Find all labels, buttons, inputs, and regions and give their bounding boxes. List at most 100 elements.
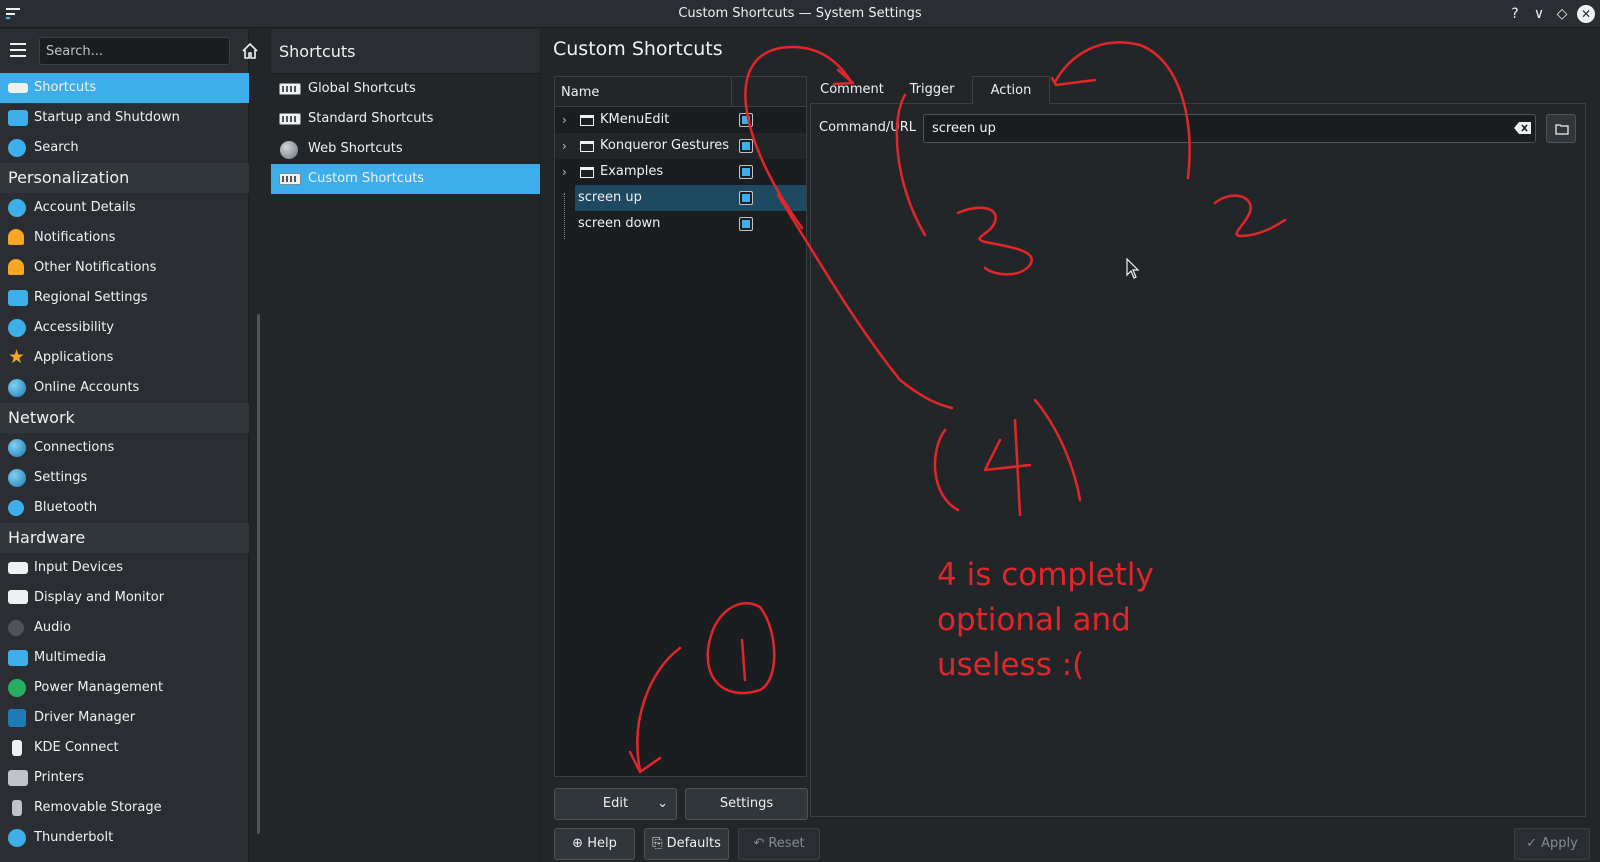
tree-column-name[interactable]: Name: [561, 85, 599, 100]
annotation-note: 4 is completly optional and useless :(: [937, 557, 1154, 683]
enabled-checkbox[interactable]: [739, 139, 753, 153]
expand-arrow-icon[interactable]: ›: [562, 107, 567, 133]
monitor-icon: [8, 590, 28, 604]
multimedia-icon: [8, 650, 28, 666]
enabled-checkbox[interactable]: [739, 113, 753, 127]
sidebar-item-connections[interactable]: Connections: [0, 433, 249, 463]
shortcut-item-label: Web Shortcuts: [308, 141, 403, 156]
tab-trigger[interactable]: Trigger: [896, 76, 968, 104]
help-icon: ⊕: [572, 836, 588, 851]
regional-icon: [8, 290, 28, 306]
sidebar-item-label: Bluetooth: [34, 500, 98, 515]
edit-dropdown-button[interactable]: Edit ⌄: [554, 788, 677, 820]
sidebar-item-input-devices[interactable]: Input Devices: [0, 553, 249, 583]
tree-row-screen-up[interactable]: screen up: [575, 185, 806, 211]
sidebar-item-power[interactable]: Power Management: [0, 673, 249, 703]
sidebar-item-bluetooth[interactable]: Bluetooth: [0, 493, 249, 523]
maximize-icon[interactable]: ◇: [1553, 5, 1571, 23]
sidebar-item-accessibility[interactable]: Accessibility: [0, 313, 249, 343]
defaults-button[interactable]: ⎘ Defaults: [644, 828, 729, 860]
sidebar-item-audio[interactable]: Audio: [0, 613, 249, 643]
tree-row-konqueror-gestures[interactable]: › Konqueror Gestures: [555, 133, 806, 159]
sidebar-item-thunderbolt[interactable]: Thunderbolt: [0, 823, 249, 853]
keyboard-icon: [8, 562, 28, 574]
shortcut-item-web[interactable]: Web Shortcuts: [271, 134, 540, 164]
sidebar-item-regional-settings[interactable]: Regional Settings: [0, 283, 249, 313]
tree-row-kmenuedit[interactable]: › KMenuEdit: [555, 107, 806, 133]
expand-arrow-icon[interactable]: ›: [562, 159, 567, 185]
apply-button-label: Apply: [1541, 836, 1578, 851]
sidebar-item-online-accounts[interactable]: Online Accounts: [0, 373, 249, 403]
settings-button[interactable]: Settings: [685, 788, 808, 820]
apply-button[interactable]: ✓ Apply: [1514, 828, 1590, 860]
enabled-checkbox[interactable]: [739, 217, 753, 231]
defaults-icon: ⎘: [652, 836, 667, 851]
usb-icon: [12, 800, 22, 816]
tab-action[interactable]: Action: [972, 76, 1050, 104]
sidebar-item-startup[interactable]: Startup and Shutdown: [0, 103, 249, 133]
title-bar: Custom Shortcuts — System Settings ? ∨ ◇…: [0, 0, 1600, 28]
undo-icon: ↶: [753, 836, 769, 851]
window-title: Custom Shortcuts — System Settings: [678, 6, 922, 21]
enabled-checkbox[interactable]: [739, 165, 753, 179]
shortcut-item-custom[interactable]: Custom Shortcuts: [271, 164, 540, 194]
enabled-checkbox[interactable]: [739, 191, 753, 205]
sidebar-item-search[interactable]: Search: [0, 133, 249, 163]
sidebar-item-notifications[interactable]: Notifications: [0, 223, 249, 253]
sidebar-item-network-settings[interactable]: Settings: [0, 463, 249, 493]
sidebar-item-display[interactable]: Display and Monitor: [0, 583, 249, 613]
globe-icon: [8, 469, 26, 487]
sidebar-item-label: Printers: [34, 770, 85, 785]
sidebar-item-driver-manager[interactable]: Driver Manager: [0, 703, 249, 733]
sidebar-item-label: Accessibility: [34, 320, 114, 335]
shortcut-item-standard[interactable]: Standard Shortcuts: [271, 104, 540, 134]
clear-text-icon[interactable]: [1514, 121, 1532, 135]
folder-open-icon: [1555, 124, 1569, 135]
tree-row-label: screen up: [578, 190, 642, 205]
folder-icon: [580, 167, 594, 178]
shortcuts-column-header: Shortcuts: [271, 29, 540, 74]
sidebar-item-applications[interactable]: ★ Applications: [0, 343, 249, 373]
sidebar-item-multimedia[interactable]: Multimedia: [0, 643, 249, 673]
home-icon[interactable]: [241, 42, 259, 60]
sidebar-item-label: Regional Settings: [34, 290, 148, 305]
tree-row-screen-down[interactable]: screen down: [555, 211, 806, 237]
sidebar-item-account-details[interactable]: Account Details: [0, 193, 249, 223]
folder-icon: [580, 115, 594, 126]
command-url-input[interactable]: [923, 114, 1536, 143]
tab-comment[interactable]: Comment: [812, 76, 892, 104]
browse-folder-button[interactable]: [1546, 114, 1576, 143]
reset-button[interactable]: ↶ Reset: [738, 828, 820, 860]
shortcut-item-label: Custom Shortcuts: [308, 171, 425, 186]
tree-branch-line: [564, 193, 565, 239]
sidebar-item-other-notifications[interactable]: Other Notifications: [0, 253, 249, 283]
keyboard-icon: [279, 113, 301, 125]
star-icon: ★: [8, 346, 26, 368]
hamburger-menu-icon[interactable]: [10, 43, 26, 57]
category-hardware: Hardware: [0, 523, 249, 553]
sidebar-item-shortcuts[interactable]: Shortcuts: [0, 73, 249, 103]
sidebar-item-removable-storage[interactable]: Removable Storage: [0, 793, 249, 823]
close-icon[interactable]: ✕: [1577, 5, 1595, 23]
expand-arrow-icon[interactable]: ›: [562, 133, 567, 159]
shortcut-tree: Name › KMenuEdit › Konqueror Gestures › …: [554, 76, 807, 777]
user-icon: [8, 199, 26, 217]
shortcuts-column: Shortcuts Global Shortcuts Standard Shor…: [271, 29, 541, 862]
sidebar-item-label: Online Accounts: [34, 380, 140, 395]
sidebar-item-printers[interactable]: Printers: [0, 763, 249, 793]
help-icon[interactable]: ?: [1506, 5, 1524, 23]
sidebar-scrollbar[interactable]: [257, 314, 260, 834]
sidebar-item-label: Settings: [34, 470, 88, 485]
help-button[interactable]: ⊕ Help: [554, 828, 635, 860]
sidebar-item-label: Startup and Shutdown: [34, 110, 180, 125]
chevron-down-icon: ⌄: [657, 796, 668, 811]
sidebar-item-kde-connect[interactable]: KDE Connect: [0, 733, 249, 763]
sidebar-search-input[interactable]: [39, 37, 230, 65]
phone-icon: [12, 740, 22, 756]
sidebar-item-label: Other Notifications: [34, 260, 157, 275]
sidebar-item-label: Power Management: [34, 680, 164, 695]
tree-row-examples[interactable]: › Examples: [555, 159, 806, 185]
speaker-icon: [8, 620, 24, 636]
minimize-icon[interactable]: ∨: [1530, 5, 1548, 23]
shortcut-item-global[interactable]: Global Shortcuts: [271, 74, 540, 104]
